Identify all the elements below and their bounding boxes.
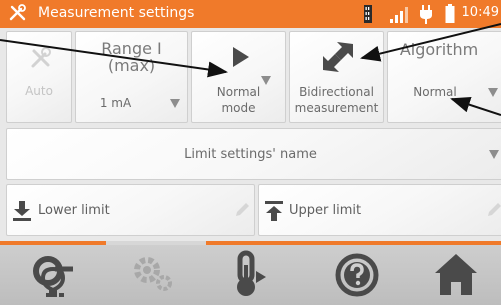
range-dropdown-icon [170, 99, 180, 108]
lower-limit-label: Lower limit [38, 203, 110, 218]
tools-icon [9, 4, 26, 21]
upper-limit-field[interactable]: Upper limit [258, 184, 501, 236]
clock: 10:49 [461, 5, 499, 20]
temperature-icon[interactable] [224, 249, 278, 301]
battery-icon [445, 4, 455, 23]
auto-tools-icon [31, 47, 51, 68]
status-area: 10:49 [331, 0, 501, 28]
range-value: 1 mA [99, 96, 132, 110]
bidirectional-label-line2: measurement [294, 101, 379, 115]
range-label-line1: Range I [101, 39, 162, 58]
algorithm-value: Normal [413, 85, 457, 99]
mode-dropdown-icon [261, 76, 271, 85]
window-title: Measurement settings [38, 5, 195, 21]
limit-name-dropdown-icon [489, 150, 499, 159]
algorithm-dropdown-icon [488, 88, 498, 97]
bottom-toolbar [0, 241, 501, 305]
bidirectional-label-line1: Bidirectional [299, 85, 374, 99]
tab-indicator-rest [206, 241, 501, 245]
play-icon [233, 47, 249, 67]
memory-card-icon [364, 5, 372, 23]
resistance-measurement-icon[interactable] [28, 249, 82, 301]
algorithm-label: Algorithm [399, 40, 479, 59]
lower-limit-field[interactable]: Lower limit [6, 184, 255, 236]
lower-limit-edit-icon [236, 203, 249, 216]
range-label-line2: (max) [107, 56, 156, 75]
help-icon[interactable] [330, 249, 384, 301]
algorithm-selector[interactable]: Algorithm Normal [387, 31, 501, 123]
mode-label-line2: mode [221, 101, 256, 115]
bidirectional-measurement-button[interactable]: Bidirectional measurement [289, 31, 384, 123]
measurement-mode-button[interactable]: Normal mode [191, 31, 286, 123]
lower-limit-icon [13, 201, 31, 221]
bidirectional-arrows-icon [323, 42, 353, 72]
plug-icon [420, 5, 432, 24]
upper-limit-label: Upper limit [289, 203, 362, 218]
upper-limit-icon [265, 201, 283, 221]
settings-gears-icon[interactable] [126, 249, 180, 301]
limit-settings-name-label: Limit settings' name [184, 147, 317, 162]
signal-icon [390, 7, 408, 23]
title-bar: Measurement settings 10:49 [0, 0, 501, 28]
limit-settings-name-selector[interactable]: Limit settings' name [6, 128, 501, 180]
range-selector[interactable]: Range I (max) 1 mA [75, 31, 188, 123]
home-icon[interactable] [429, 249, 483, 301]
mode-label-line1: Normal [216, 85, 261, 99]
upper-limit-edit-icon [488, 203, 501, 216]
tab-indicator-inactive [106, 241, 206, 245]
tab-indicator-active [0, 241, 106, 245]
